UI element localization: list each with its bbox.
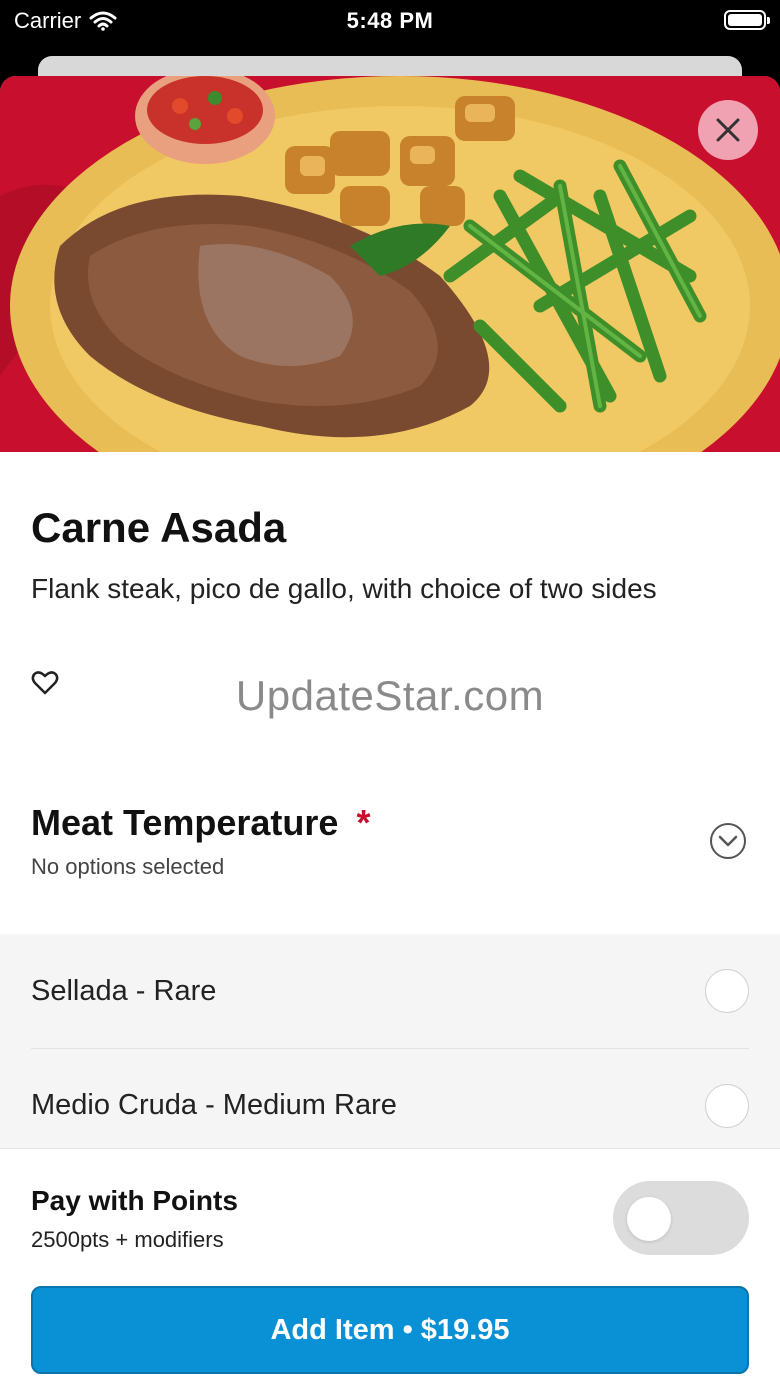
modifier-group-subtitle: No options selected bbox=[31, 854, 225, 879]
close-button[interactable] bbox=[698, 100, 758, 160]
modifier-group-title-text: Meat Temperature bbox=[31, 802, 339, 843]
toggle-knob bbox=[627, 1197, 671, 1241]
watermark-text: UpdateStar.com bbox=[235, 672, 545, 719]
option-label: Sellada - Rare bbox=[31, 974, 217, 1007]
points-cost: 2500pts + modifiers bbox=[31, 1227, 224, 1252]
item-photo bbox=[0, 76, 780, 452]
pay-with-points-toggle[interactable] bbox=[613, 1181, 749, 1255]
option-label: Medio Cruda - Medium Rare bbox=[31, 1089, 397, 1121]
status-time: 5:48 PM bbox=[346, 8, 434, 33]
battery-icon bbox=[724, 10, 770, 30]
modifier-options-list: Sellada - Rare Medio Cruda - Medium Rare bbox=[0, 934, 780, 1154]
option-row-rare[interactable]: Sellada - Rare bbox=[31, 934, 749, 1048]
add-item-button[interactable]: Add Item • $19.95 bbox=[31, 1286, 749, 1374]
expand-button[interactable] bbox=[709, 822, 747, 865]
radio-button[interactable] bbox=[705, 1083, 749, 1128]
close-icon bbox=[716, 118, 740, 142]
status-bar: Carrier 5:48 PM bbox=[0, 0, 780, 40]
item-description: Flank steak, pico de gallo, with choice … bbox=[31, 573, 657, 604]
pay-with-points-label: Pay with Points bbox=[31, 1185, 238, 1216]
item-title: Carne Asada bbox=[31, 504, 287, 551]
required-marker: * bbox=[356, 802, 371, 843]
option-row-medium-rare[interactable]: Medio Cruda - Medium Rare bbox=[31, 1048, 749, 1162]
item-detail-sheet: Carne Asada Flank steak, pico de gallo, … bbox=[0, 76, 780, 1387]
bottom-action-bar: Pay with Points 2500pts + modifiers Add … bbox=[0, 1148, 780, 1387]
chevron-down-circle-icon bbox=[710, 823, 746, 859]
modifier-group-title: Meat Temperature * bbox=[31, 802, 370, 844]
radio-button[interactable] bbox=[705, 969, 749, 1013]
